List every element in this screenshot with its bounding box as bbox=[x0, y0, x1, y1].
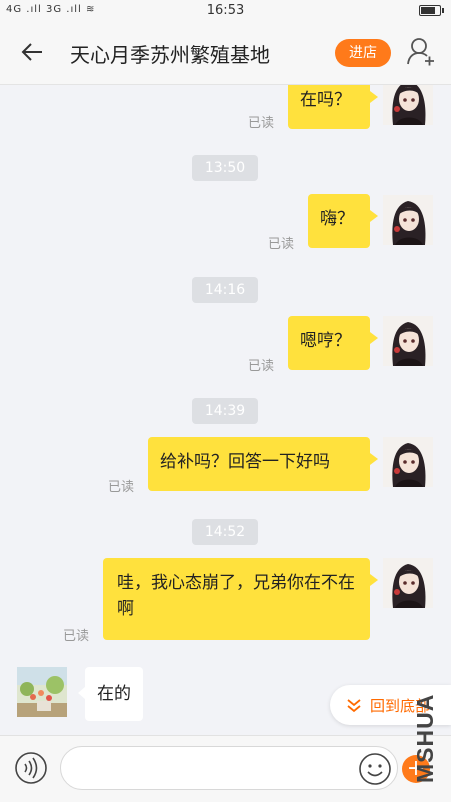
profile-icon[interactable] bbox=[405, 36, 435, 66]
timestamp-chip: 13:50 bbox=[192, 155, 258, 181]
shop-avatar[interactable] bbox=[17, 667, 67, 717]
read-receipt: 已读 bbox=[63, 629, 90, 644]
avatar[interactable] bbox=[383, 437, 433, 487]
avatar[interactable] bbox=[383, 316, 433, 366]
watermark: MSHUA bbox=[412, 693, 438, 783]
avatar[interactable] bbox=[383, 85, 433, 125]
back-arrow-icon[interactable] bbox=[18, 37, 48, 67]
timestamp-chip: 14:16 bbox=[192, 277, 258, 303]
status-time: 16:53 bbox=[206, 3, 245, 18]
enter-shop-button[interactable]: 进店 bbox=[335, 39, 391, 67]
timestamp-chip: 14:39 bbox=[192, 398, 258, 424]
battery-icon bbox=[419, 5, 444, 16]
read-receipt: 已读 bbox=[268, 237, 295, 252]
avatar[interactable] bbox=[383, 558, 433, 608]
my-message-bubble[interactable]: 哇，我心态崩了，兄弟你在不在啊 bbox=[103, 558, 378, 640]
timestamp-chip: 14:52 bbox=[192, 519, 258, 545]
chat-list[interactable]: 在吗？ 已读 13:50 嗨？ 已读 14:16 嗯哼？ 已读 14:39 给补… bbox=[0, 85, 451, 735]
message-input[interactable] bbox=[60, 746, 398, 790]
chat-header: 天心月季苏州繁殖基地 进店 bbox=[0, 22, 451, 85]
avatar[interactable] bbox=[383, 195, 433, 245]
emoji-icon[interactable] bbox=[358, 752, 392, 786]
shop-message-bubble[interactable]: 在的 bbox=[78, 667, 143, 721]
my-message-bubble[interactable]: 嗨？ bbox=[308, 194, 378, 248]
voice-icon[interactable] bbox=[14, 751, 48, 785]
status-bar: 4G .ıll 3G .ıll ≋ 16:53 bbox=[0, 0, 451, 22]
read-receipt: 已读 bbox=[108, 480, 135, 495]
read-receipt: 已读 bbox=[248, 116, 275, 131]
page-title: 天心月季苏州繁殖基地 bbox=[70, 43, 270, 67]
my-message-bubble[interactable]: 嗯哼？ bbox=[288, 316, 378, 370]
my-message-bubble[interactable]: 给补吗？回答一下好吗 bbox=[148, 437, 378, 491]
read-receipt: 已读 bbox=[248, 359, 275, 374]
input-bar: + bbox=[0, 735, 451, 802]
double-chevron-down-icon bbox=[347, 699, 361, 713]
my-message-bubble[interactable]: 在吗？ bbox=[288, 85, 378, 129]
